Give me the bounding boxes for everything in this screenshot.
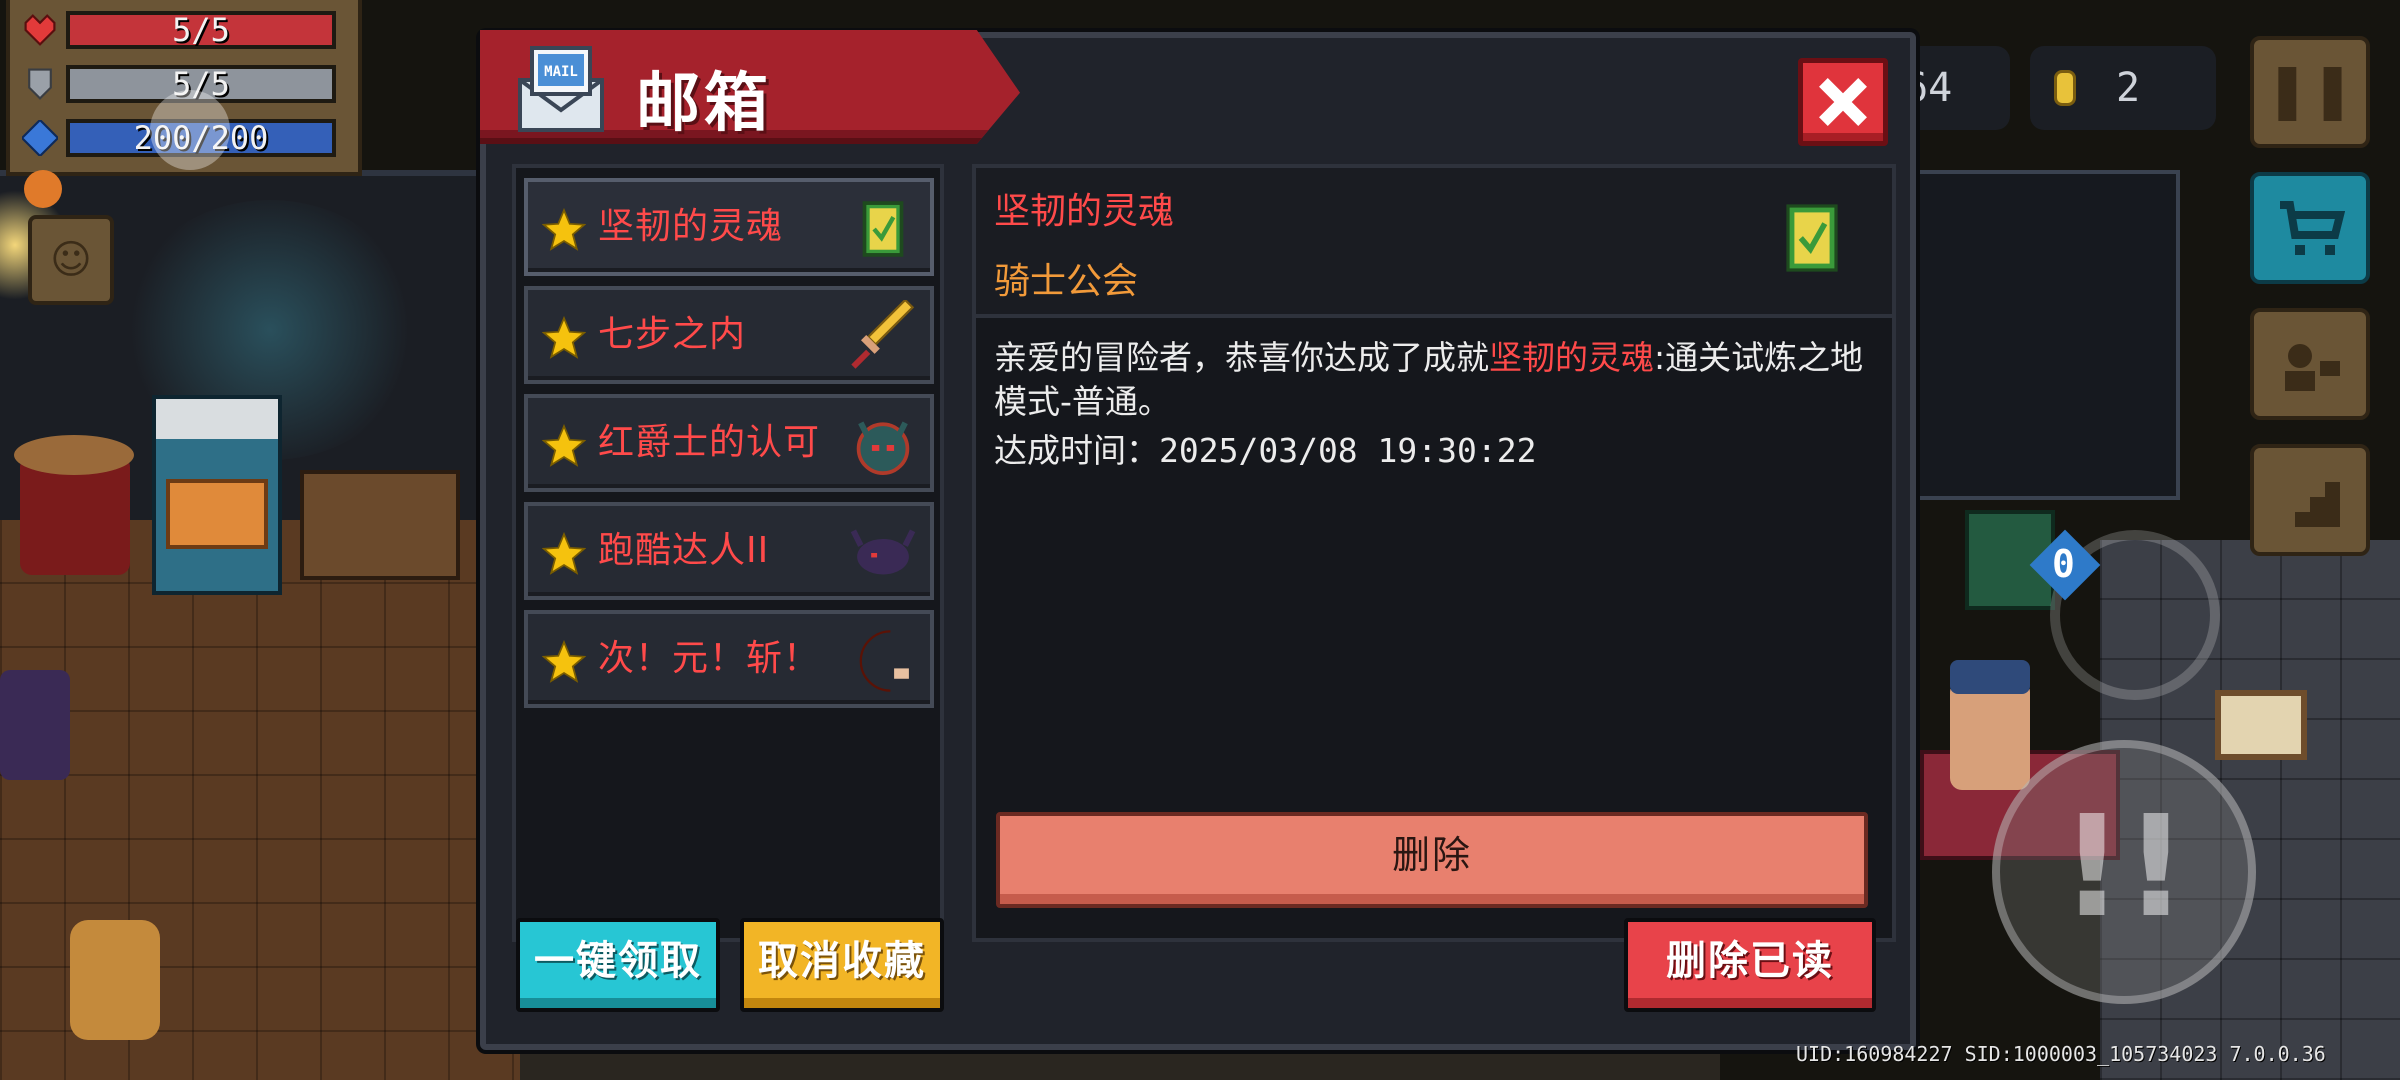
emote-button[interactable]: ☺ (28, 215, 114, 305)
mail-item-2[interactable]: 七步之内 (524, 286, 934, 384)
star-icon (542, 424, 586, 467)
health-value: 5/5 (172, 11, 230, 49)
crescent-blade-icon (859, 630, 909, 692)
shop-cart-button[interactable] (2250, 172, 2370, 284)
unfavorite-button[interactable]: 取消收藏 (740, 918, 944, 1012)
mail-icon-text: MAIL (544, 64, 578, 80)
horned-helmet-icon (856, 421, 910, 475)
close-button[interactable] (1798, 58, 1888, 146)
swap-count-text: 0 (2052, 542, 2075, 586)
mail-item-label: 七步之内 (598, 314, 747, 355)
pause-button[interactable]: ❚❚ (2250, 36, 2370, 148)
build-info: UID:160984227 SID:1000003_105734023 7.0.… (1796, 1042, 2326, 1066)
heart-icon (24, 14, 56, 46)
mail-item-4[interactable]: 跑酷达人II (524, 502, 934, 600)
npc-receptionist (1950, 660, 2030, 790)
coins-value: 2 (2116, 65, 2141, 111)
delete-read-button[interactable]: 删除已读 (1624, 918, 1876, 1012)
arcade-machine (152, 395, 282, 595)
mail-sender: 骑士公会 (994, 261, 1139, 302)
mail-detail-panel: 坚韧的灵魂 骑士公会 亲爱的冒险者，恭喜你达成了成就坚韧的灵魂:通关试炼之地模式… (972, 164, 1896, 942)
achievement-book-icon (1786, 204, 1838, 272)
pet-chat-bubble[interactable] (150, 90, 230, 170)
achievement-book-icon (862, 201, 904, 257)
exit-stairs-button[interactable] (2250, 444, 2370, 556)
star-icon (542, 316, 586, 359)
health-bar: 5/5 (66, 11, 336, 49)
mail-body-highlight: 坚韧的灵魂 (1489, 338, 1654, 377)
coins-counter: 2 (2030, 46, 2216, 130)
mail-detail-title: 坚韧的灵魂 (994, 191, 1175, 232)
mail-item-label: 次！元！斩！ (598, 638, 821, 679)
mail-item-label: 红爵士的认可 (598, 422, 821, 463)
mail-body-prefix: 亲爱的冒险者，恭喜你达成了成就 (994, 338, 1489, 377)
npc-horned (0, 670, 70, 780)
energy-diamond-icon (22, 120, 58, 156)
profile-button[interactable] (2250, 308, 2370, 420)
profile-card-icon (2285, 344, 2340, 391)
star-icon (542, 532, 586, 575)
shield-icon (28, 68, 52, 100)
scene-desk (300, 470, 460, 580)
skill-button[interactable]: !! (1992, 740, 2256, 1004)
mail-item-label: 坚韧的灵魂 (598, 206, 784, 247)
golden-sword-icon (851, 300, 915, 369)
mail-achieved-time: 达成时间：2025/03/08 19:30:22 (994, 431, 1537, 470)
scene-certificate-frame (2215, 690, 2307, 760)
mailbox-title: 邮箱 (636, 67, 772, 141)
notification-dot (24, 170, 62, 208)
mail-item-3[interactable]: 红爵士的认可 (524, 394, 934, 492)
claim-all-button[interactable]: 一键领取 (516, 918, 720, 1012)
coin-icon (2054, 70, 2076, 106)
stairs-icon (2280, 482, 2340, 527)
mail-list: 坚韧的灵魂 七步之内 红爵士的认可 跑酷达人II 次！元！斩！ (512, 164, 944, 942)
mail-body-text: 亲爱的冒险者，恭喜你达成了成就坚韧的灵魂:通关试炼之地模式-普通。 (994, 336, 1874, 424)
npc-dog (70, 920, 160, 1040)
mail-item-1[interactable]: 坚韧的灵魂 (524, 178, 934, 276)
cart-icon (2280, 201, 2346, 255)
mail-item-5[interactable]: 次！元！斩！ (524, 610, 934, 708)
close-icon (1819, 78, 1867, 126)
mail-envelope-icon: MAIL (518, 46, 604, 132)
star-icon (542, 208, 586, 251)
star-icon (542, 640, 586, 683)
mail-detail-header: 坚韧的灵魂 骑士公会 (976, 168, 1892, 318)
shadow-creature-icon (850, 529, 916, 575)
mailbox-dialog: MAIL 邮箱 坚韧的灵魂 七步之内 红爵士的认可 跑酷达人II 次！元！斩！ … (480, 30, 1916, 1050)
health-row: 5/5 (22, 10, 336, 50)
scene-right-room (1900, 170, 2180, 500)
npc-cowboy (14, 435, 134, 575)
delete-button[interactable]: 删除 (996, 812, 1868, 908)
mail-item-label: 跑酷达人II (598, 530, 770, 571)
